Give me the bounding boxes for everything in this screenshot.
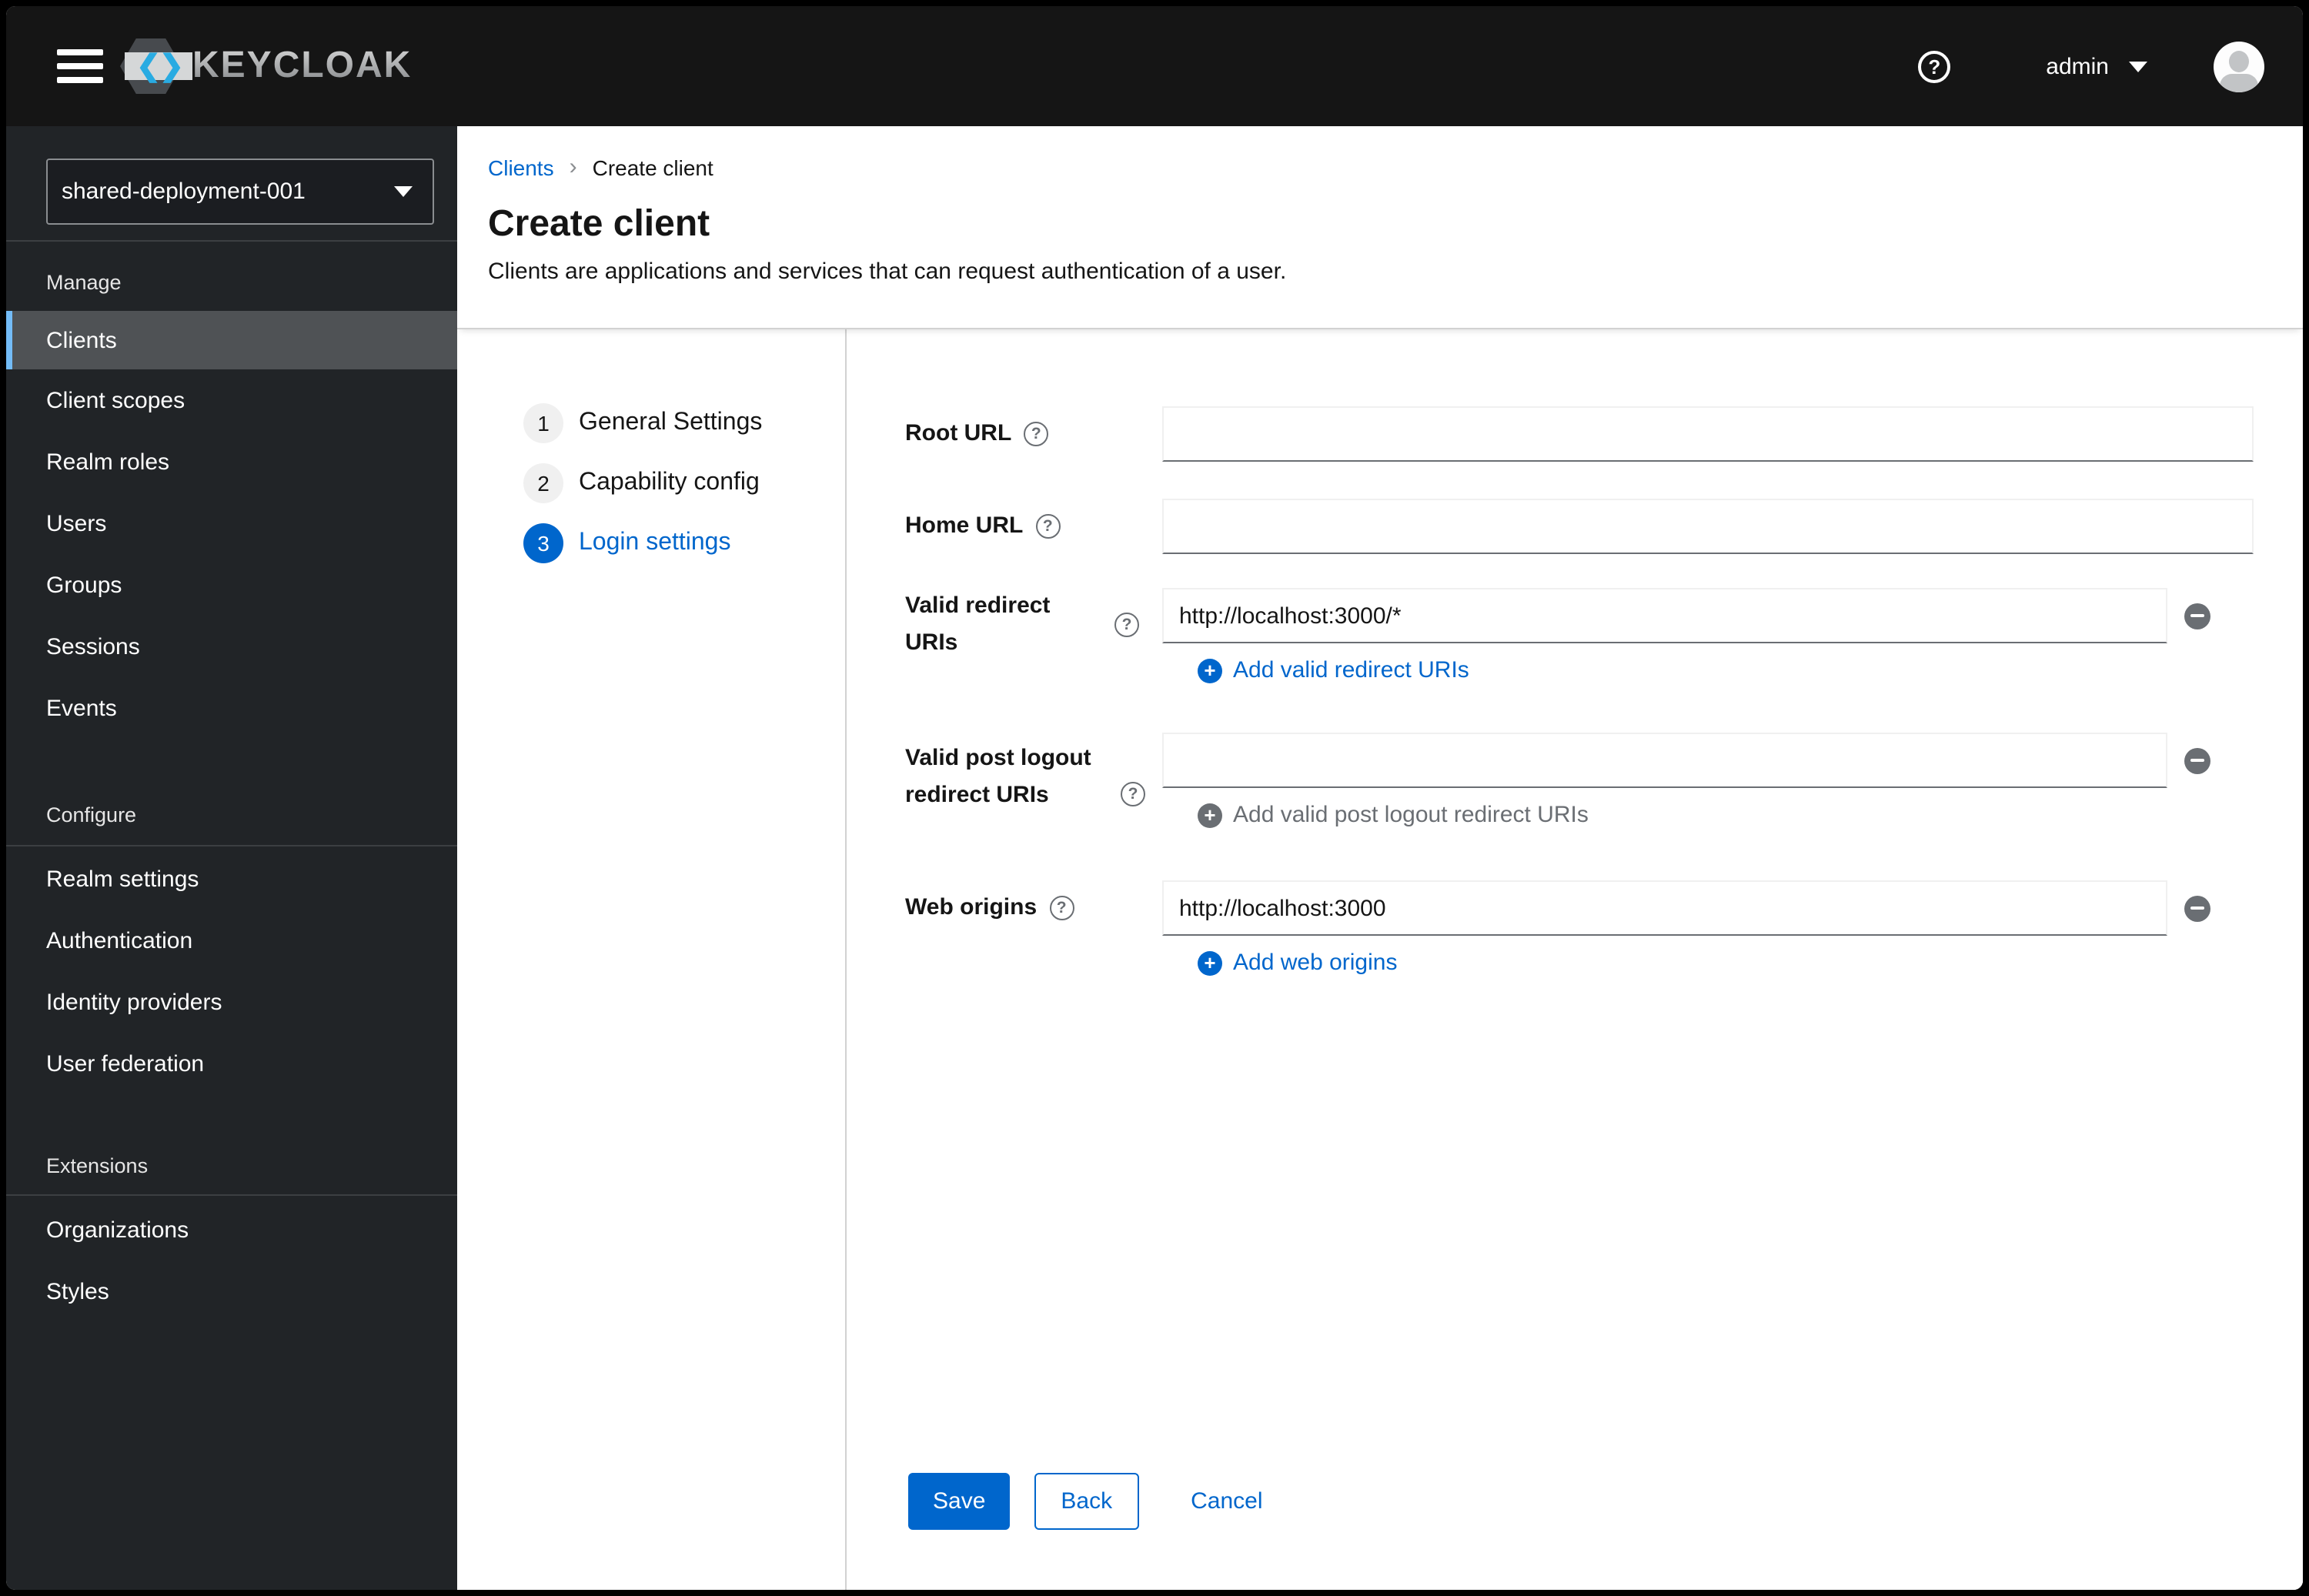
nav-section-manage: Manage bbox=[46, 271, 122, 294]
help-icon[interactable]: ? bbox=[1035, 514, 1061, 539]
avatar[interactable] bbox=[2214, 41, 2264, 92]
sidebar-divider bbox=[6, 845, 457, 846]
sidebar-divider bbox=[6, 240, 457, 242]
help-icon[interactable]: ? bbox=[1121, 782, 1145, 806]
sidebar-item-realm-settings[interactable]: Realm settings bbox=[6, 848, 457, 910]
form-group-root-url: Root URL ? bbox=[847, 406, 2303, 462]
wizard-step-capability-config[interactable]: 2 Capability config bbox=[457, 463, 845, 503]
save-button[interactable]: Save bbox=[908, 1473, 1011, 1530]
main-content: Clients › Create client Create client Cl… bbox=[457, 126, 2303, 1590]
breadcrumb: Clients › Create client bbox=[488, 154, 2266, 180]
masthead-right: ? admin bbox=[1918, 41, 2264, 92]
web-origins-label: Web origins ? bbox=[847, 880, 1162, 936]
caret-down-icon bbox=[2129, 61, 2147, 72]
sidebar-item-client-scopes[interactable]: Client scopes bbox=[6, 369, 457, 431]
valid-post-logout-redirect-uri-input[interactable] bbox=[1162, 733, 2167, 788]
back-button[interactable]: Back bbox=[1034, 1473, 1139, 1530]
add-valid-redirect-uris-link[interactable]: + Add valid redirect URIs bbox=[1198, 657, 1469, 683]
sidebar-item-authentication[interactable]: Authentication bbox=[6, 910, 457, 971]
nav-group-extensions: Organizations Styles bbox=[6, 1199, 457, 1322]
form-group-valid-post-logout-redirect-uris: Valid post logout redirect URIs ? + Add … bbox=[847, 733, 2303, 828]
brand-text: KEYCLOAK bbox=[192, 45, 413, 86]
keycloak-hexagon-icon: ❮ ❯ bbox=[120, 35, 192, 97]
help-icon[interactable]: ? bbox=[1024, 422, 1049, 446]
step-number: 2 bbox=[523, 463, 563, 503]
wizard-actions: Save Back Cancel bbox=[908, 1473, 1263, 1530]
step-number: 1 bbox=[523, 403, 563, 443]
nav-group-manage: Clients Client scopes Realm roles Users … bbox=[6, 311, 457, 739]
root-url-input[interactable] bbox=[1162, 406, 2254, 462]
remove-web-origin-minus-icon[interactable] bbox=[2184, 895, 2210, 921]
logo-right-chevron-icon: ❯ bbox=[159, 50, 184, 82]
sidebar-item-styles[interactable]: Styles bbox=[6, 1260, 457, 1322]
help-icon[interactable]: ? bbox=[1049, 896, 1074, 920]
avatar-head bbox=[2229, 50, 2249, 72]
realm-selector[interactable]: shared-deployment-001 bbox=[46, 159, 434, 225]
sidebar-item-realm-roles[interactable]: Realm roles bbox=[6, 431, 457, 492]
masthead: ❮ ❯ KEYCLOAK ? admin bbox=[6, 6, 2303, 126]
valid-redirect-uri-input[interactable] bbox=[1162, 588, 2167, 643]
nav-section-configure: Configure bbox=[46, 803, 137, 826]
page-description: Clients are applications and services th… bbox=[488, 259, 1287, 285]
sidebar-divider bbox=[6, 1194, 457, 1196]
home-url-label: Home URL ? bbox=[847, 499, 1162, 554]
page-header: Clients › Create client Create client Cl… bbox=[457, 126, 2303, 329]
avatar-body bbox=[2220, 73, 2258, 92]
nav-toggle-hamburger-icon[interactable] bbox=[57, 49, 103, 83]
page-title: Create client bbox=[488, 203, 710, 245]
sidebar-item-users[interactable]: Users bbox=[6, 492, 457, 554]
keycloak-logo[interactable]: ❮ ❯ KEYCLOAK bbox=[120, 32, 412, 100]
plus-circle-icon: + bbox=[1198, 950, 1222, 975]
create-client-wizard: 1 General Settings 2 Capability config 3… bbox=[457, 329, 2303, 1590]
form-group-home-url: Home URL ? bbox=[847, 499, 2303, 554]
sidebar-item-groups[interactable]: Groups bbox=[6, 554, 457, 616]
web-origins-input[interactable] bbox=[1162, 880, 2167, 936]
sidebar-item-clients[interactable]: Clients bbox=[6, 311, 457, 369]
wizard-step-general-settings[interactable]: 1 General Settings bbox=[457, 403, 845, 443]
sidebar-item-sessions[interactable]: Sessions bbox=[6, 616, 457, 677]
keycloak-admin-console: ❮ ❯ KEYCLOAK ? admin shared-deployment-0… bbox=[0, 0, 2309, 1596]
plus-circle-icon: + bbox=[1198, 803, 1222, 827]
root-url-label: Root URL ? bbox=[847, 406, 1162, 462]
breadcrumb-clients-link[interactable]: Clients bbox=[488, 155, 554, 179]
sidebar-item-organizations[interactable]: Organizations bbox=[6, 1199, 457, 1260]
caret-down-icon bbox=[394, 186, 413, 197]
help-icon[interactable]: ? bbox=[1114, 613, 1139, 637]
plus-circle-icon: + bbox=[1198, 658, 1222, 683]
remove-post-logout-uri-minus-icon[interactable] bbox=[2184, 747, 2210, 773]
add-valid-post-logout-redirect-uris-link[interactable]: + Add valid post logout redirect URIs bbox=[1198, 802, 1589, 828]
login-settings-form: Root URL ? Home URL ? Valid redirect URI… bbox=[845, 329, 2303, 1590]
valid-redirect-uris-label: Valid redirect URIs ? bbox=[847, 588, 1162, 662]
sidebar-item-identity-providers[interactable]: Identity providers bbox=[6, 971, 457, 1033]
logo-left-chevron-icon: ❮ bbox=[136, 50, 161, 82]
wizard-step-login-settings[interactable]: 3 Login settings bbox=[457, 523, 845, 563]
valid-post-logout-redirect-uris-label: Valid post logout redirect URIs ? bbox=[847, 733, 1162, 814]
chevron-right-icon: › bbox=[569, 154, 577, 180]
add-web-origins-link[interactable]: + Add web origins bbox=[1198, 950, 1397, 976]
form-group-valid-redirect-uris: Valid redirect URIs ? + Add valid redire… bbox=[847, 588, 2303, 683]
user-menu[interactable]: admin bbox=[2046, 53, 2147, 79]
nav-group-configure: Realm settings Authentication Identity p… bbox=[6, 848, 457, 1094]
cancel-button[interactable]: Cancel bbox=[1191, 1488, 1262, 1514]
nav-section-extensions: Extensions bbox=[46, 1154, 149, 1177]
breadcrumb-current: Create client bbox=[592, 155, 713, 179]
wizard-steps: 1 General Settings 2 Capability config 3… bbox=[457, 329, 845, 1590]
sidebar-item-user-federation[interactable]: User federation bbox=[6, 1033, 457, 1094]
step-number: 3 bbox=[523, 523, 563, 563]
help-icon[interactable]: ? bbox=[1918, 50, 1951, 82]
remove-redirect-uri-minus-icon[interactable] bbox=[2184, 603, 2210, 629]
form-group-web-origins: Web origins ? + Add web origins bbox=[847, 880, 2303, 976]
sidebar-item-events[interactable]: Events bbox=[6, 677, 457, 739]
realm-selector-value: shared-deployment-001 bbox=[62, 179, 306, 205]
sidebar: shared-deployment-001 Manage Clients Cli… bbox=[6, 126, 457, 1590]
username: admin bbox=[2046, 53, 2109, 79]
home-url-input[interactable] bbox=[1162, 499, 2254, 554]
